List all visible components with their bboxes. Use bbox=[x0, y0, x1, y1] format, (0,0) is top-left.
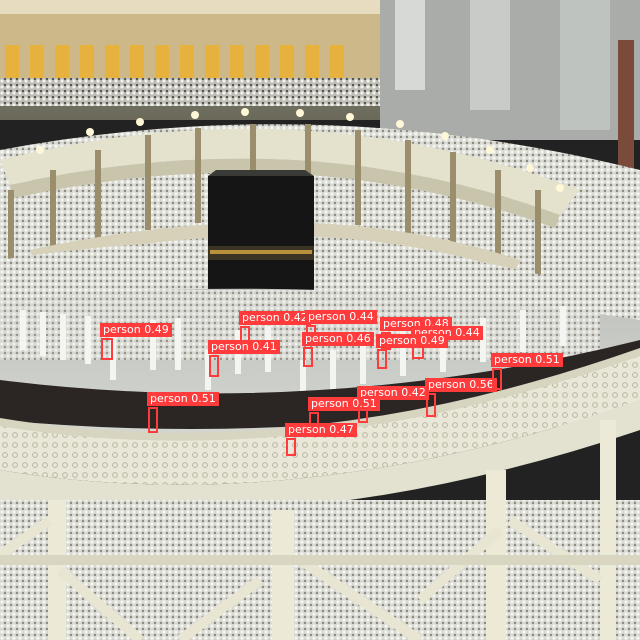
detection-label: person bbox=[311, 397, 349, 410]
detection-score: 0.44 bbox=[349, 310, 374, 323]
detection-box: person 0.49 bbox=[376, 334, 448, 369]
detection-box: person 0.49 bbox=[100, 323, 172, 360]
detection-score: 0.49 bbox=[420, 334, 445, 347]
detection-score: 0.51 bbox=[191, 392, 216, 405]
detection-box: person 0.46 bbox=[302, 332, 374, 367]
detection-label: person bbox=[211, 340, 249, 353]
detection-label: person bbox=[288, 423, 326, 436]
detection-label: person bbox=[150, 392, 188, 405]
detection-score: 0.49 bbox=[144, 323, 169, 336]
detection-score: 0.56 bbox=[469, 378, 494, 391]
detection-score: 0.42 bbox=[401, 386, 426, 399]
detection-score: 0.41 bbox=[252, 340, 277, 353]
detection-box: person 0.51 bbox=[491, 353, 563, 390]
detection-box: person 0.51 bbox=[147, 392, 219, 433]
detection-label: person bbox=[379, 334, 417, 347]
detection-score: 0.47 bbox=[329, 423, 354, 436]
kaaba bbox=[208, 176, 314, 304]
detection-label: person bbox=[428, 378, 466, 391]
detection-label: person bbox=[103, 323, 141, 336]
detection-score: 0.51 bbox=[535, 353, 560, 366]
detection-box: person 0.47 bbox=[285, 423, 357, 456]
detection-label: person bbox=[308, 310, 346, 323]
detection-label: person bbox=[494, 353, 532, 366]
detection-label: person bbox=[305, 332, 343, 345]
detection-score: 0.51 bbox=[352, 397, 377, 410]
detection-score: 0.46 bbox=[346, 332, 371, 345]
detection-label: person bbox=[242, 311, 280, 324]
detection-score: 0.44 bbox=[455, 326, 480, 339]
detection-box: person 0.41 bbox=[208, 340, 280, 377]
photo-scene: person 0.49 person 0.42 person 0.44 pers… bbox=[0, 0, 640, 640]
